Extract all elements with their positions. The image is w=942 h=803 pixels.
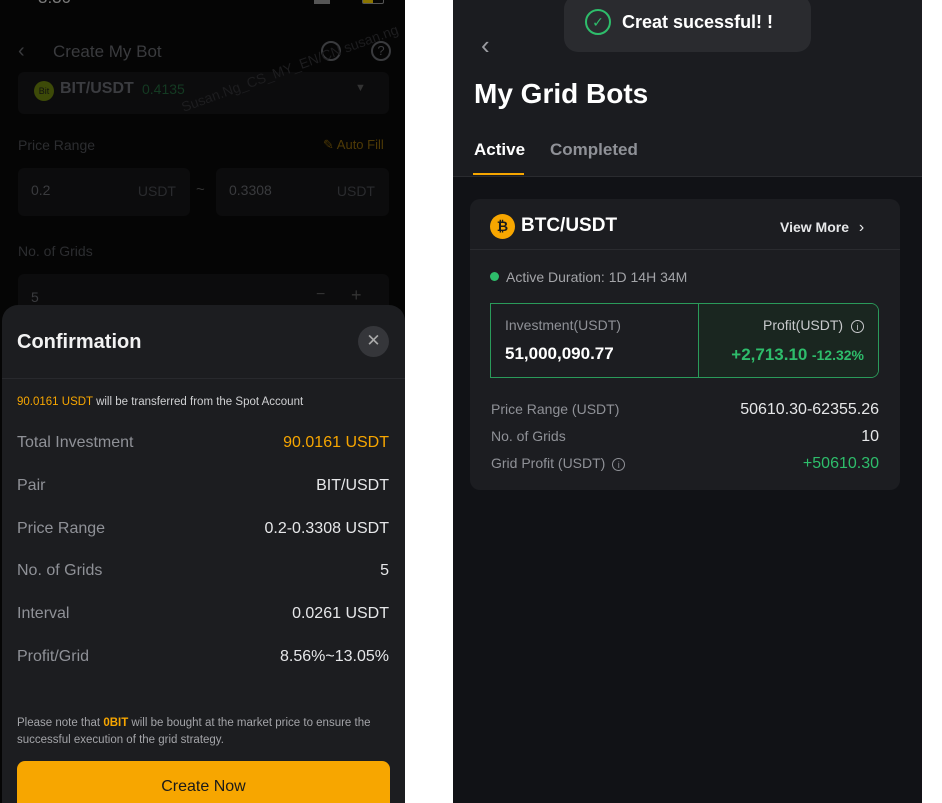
row-value: 90.0161 USDT bbox=[283, 434, 389, 451]
profit-values: +2,713.10 -12.32% bbox=[731, 345, 864, 365]
header-title: Create My Bot bbox=[53, 42, 162, 61]
profit-label: Profit(USDT) bbox=[762, 317, 844, 333]
divider bbox=[2, 378, 405, 379]
detail-label: Grid Profit (USDT) bbox=[491, 455, 606, 471]
summary-row: Pair BIT/USDT bbox=[17, 477, 389, 495]
battery-icon bbox=[362, 0, 384, 4]
row-label: Interval bbox=[17, 605, 70, 622]
summary-row: Price Range 0.2-0.3308 USDT bbox=[17, 520, 389, 538]
auto-fill-button[interactable]: ✎ Auto Fill bbox=[323, 137, 384, 153]
create-now-button[interactable]: Create Now bbox=[17, 761, 390, 803]
detail-label: Price Range (USDT) bbox=[491, 401, 620, 417]
summary-row: Total Investment 90.0161 USDT bbox=[17, 434, 389, 452]
active-duration: Active Duration: 1D 14H 34M bbox=[506, 269, 688, 285]
investment-cell: Investment(USDT) 51,000,090.77 bbox=[491, 304, 699, 377]
profit-label-wrap: Profit(USDT) i bbox=[763, 317, 864, 333]
max-price-input[interactable]: 0.3308 USDT bbox=[216, 168, 389, 216]
bot-pair: BTC/USDT bbox=[521, 215, 618, 236]
view-more-button[interactable]: View More › bbox=[780, 219, 864, 237]
my-grid-bots-screen: ‹ My Grid Bots Active Completed ✓ Creat … bbox=[453, 0, 922, 803]
back-icon[interactable]: ‹ bbox=[18, 40, 25, 63]
tab-active[interactable]: Active bbox=[473, 140, 526, 175]
summary-row: No. of Grids 5 bbox=[17, 562, 389, 580]
confirmation-title: Confirmation bbox=[17, 331, 142, 353]
signal-icon bbox=[314, 0, 330, 4]
detail-value: 10 bbox=[861, 428, 879, 445]
detail-row: Price Range (USDT) 50610.30-62355.26 bbox=[491, 401, 879, 419]
min-price-value: 0.2 bbox=[31, 182, 51, 198]
close-button[interactable]: ✕ bbox=[358, 326, 389, 357]
transfer-amount: 90.0161 USDT bbox=[17, 396, 93, 408]
tilde: ~ bbox=[196, 181, 205, 198]
profit-cell: Profit(USDT) i +2,713.10 -12.32% bbox=[699, 304, 878, 377]
transfer-notice: 90.0161 USDT will be transferred from th… bbox=[17, 396, 303, 408]
check-circle-icon: ✓ bbox=[585, 9, 611, 35]
grids-label: No. of Grids bbox=[18, 243, 93, 259]
chevron-right-icon: › bbox=[858, 219, 865, 236]
price-range-label: Price Range bbox=[18, 137, 96, 153]
note-text: Please note that bbox=[17, 717, 104, 729]
tab-label: Active bbox=[474, 140, 526, 159]
status-time: 3:30 bbox=[38, 0, 71, 8]
note-highlight: 0BIT bbox=[103, 717, 129, 729]
view-more-label: View More bbox=[780, 219, 849, 235]
profit-value: +2,713.10 bbox=[731, 345, 808, 364]
detail-row: Grid Profit (USDT) i +50610.30 bbox=[491, 455, 879, 473]
bitcoin-icon: ₿ bbox=[490, 214, 515, 239]
detail-value: 50610.30-62355.26 bbox=[740, 401, 879, 418]
row-label: Price Range bbox=[17, 520, 106, 537]
auto-fill-label: Auto Fill bbox=[336, 137, 384, 152]
row-value: 5 bbox=[380, 562, 389, 579]
max-price-value: 0.3308 bbox=[229, 182, 272, 198]
investment-label: Investment(USDT) bbox=[505, 317, 621, 333]
detail-label: No. of Grids bbox=[491, 428, 566, 444]
divider bbox=[470, 249, 900, 250]
tab-completed[interactable]: Completed bbox=[550, 140, 638, 160]
detail-row: No. of Grids 10 bbox=[491, 428, 879, 446]
market-buy-note: Please note that 0BIT will be bought at … bbox=[17, 715, 389, 749]
unit-label: USDT bbox=[336, 183, 375, 199]
investment-value: 51,000,090.77 bbox=[505, 344, 614, 363]
minus-button[interactable]: − bbox=[316, 286, 325, 304]
grids-value: 5 bbox=[31, 289, 39, 305]
confirmation-sheet: Confirmation ✕ 90.0161 USDT will be tran… bbox=[2, 305, 405, 803]
row-value: BIT/USDT bbox=[316, 477, 389, 494]
toast-text: Creat sucessful! ! bbox=[622, 12, 774, 32]
info-icon[interactable]: i bbox=[612, 458, 626, 471]
success-toast: ✓ Creat sucessful! ! bbox=[564, 0, 811, 52]
transfer-text: will be transferred from the Spot Accoun… bbox=[92, 396, 304, 408]
stats-box: Investment(USDT) 51,000,090.77 Profit(US… bbox=[490, 303, 879, 378]
pair-price: 0.4135 bbox=[142, 81, 185, 97]
summary-row: Profit/Grid 8.56%~13.05% bbox=[17, 648, 389, 666]
dropdown-icon: ▼ bbox=[355, 82, 366, 94]
row-value: 8.56%~13.05% bbox=[280, 648, 389, 665]
bot-card[interactable]: ₿ BTC/USDT View More › Active Duration: … bbox=[470, 199, 900, 490]
min-price-input[interactable]: 0.2 USDT bbox=[18, 168, 190, 216]
bit-coin-icon: Bit bbox=[34, 81, 54, 101]
row-label: Profit/Grid bbox=[17, 648, 90, 665]
unit-label: USDT bbox=[137, 183, 176, 199]
tab-indicator bbox=[473, 173, 524, 175]
row-label: No. of Grids bbox=[17, 562, 103, 579]
page-title: My Grid Bots bbox=[474, 78, 649, 109]
detail-value: +50610.30 bbox=[802, 455, 879, 472]
plus-button[interactable]: + bbox=[351, 285, 362, 306]
row-label: Pair bbox=[17, 477, 46, 494]
row-label: Total Investment bbox=[17, 434, 134, 451]
profit-percent: -12.32% bbox=[811, 347, 864, 363]
create-bot-screen: 3:30 ‹ Create My Bot ? Bit BIT/USDT 0.41… bbox=[0, 0, 405, 803]
active-status-dot bbox=[490, 272, 499, 281]
summary-row: Interval 0.0261 USDT bbox=[17, 605, 389, 623]
row-value: 0.0261 USDT bbox=[292, 605, 389, 622]
back-icon[interactable]: ‹ bbox=[481, 30, 490, 61]
info-icon[interactable]: i bbox=[851, 320, 864, 333]
pair-name: BIT/USDT bbox=[60, 80, 134, 97]
row-value: 0.2-0.3308 USDT bbox=[264, 520, 389, 537]
